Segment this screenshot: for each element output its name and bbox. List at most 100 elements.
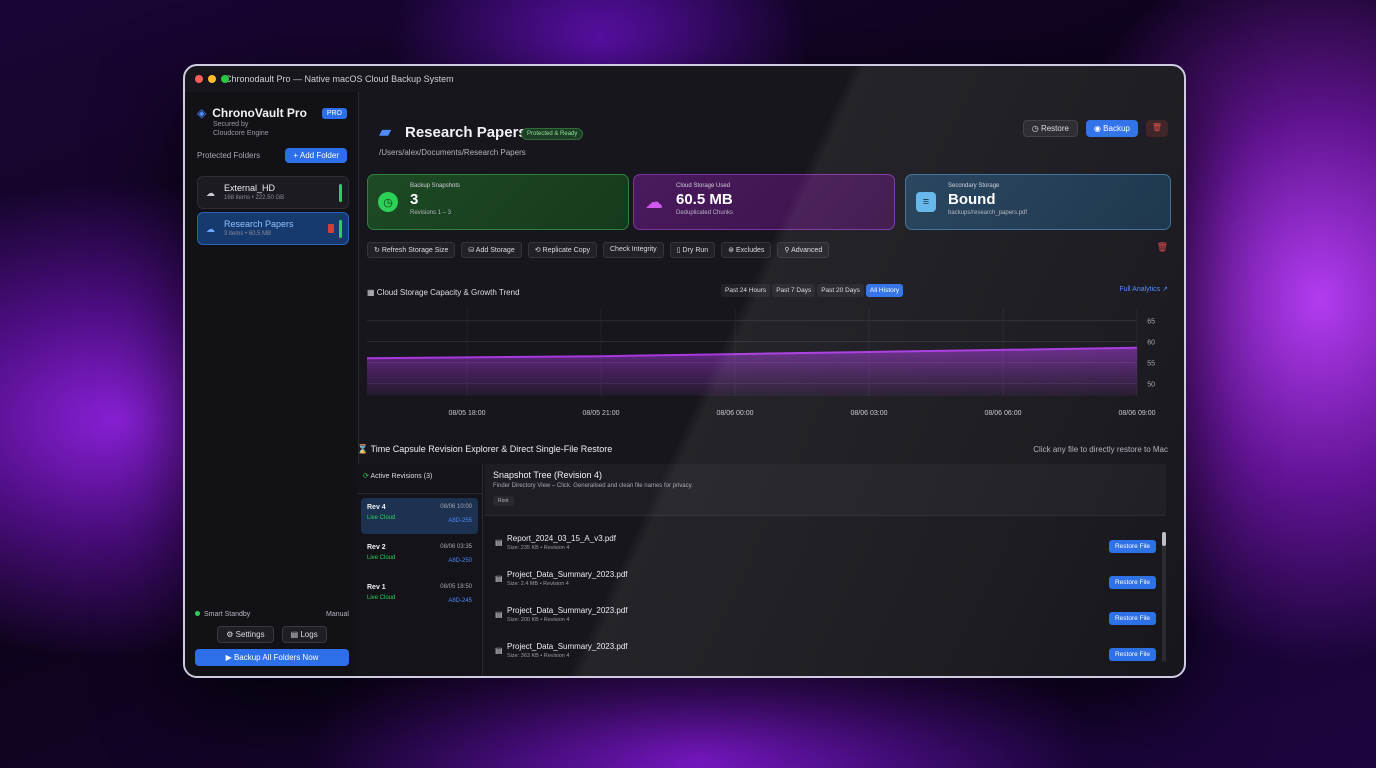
y-tick-label: 55 <box>1147 360 1155 367</box>
restore-file-button[interactable]: Restore File <box>1108 648 1156 661</box>
drive-icon: ⛁ <box>468 247 476 254</box>
add-storage-button[interactable]: ⛁ Add Storage <box>461 242 522 258</box>
brand-sub-2: Cloudcore Engine <box>213 130 269 137</box>
y-tick-label: 50 <box>1147 381 1155 388</box>
add-folder-button[interactable]: + Add Folder <box>285 148 347 163</box>
sidebar-item-research-papers[interactable]: ☁ Research Papers 3 items • 60.5 MB <box>197 212 349 245</box>
scroll-thumb[interactable] <box>1162 532 1166 546</box>
copy-icon: ⟲ <box>534 247 543 254</box>
tab-past-24-hours[interactable]: Past 24 Hours <box>721 284 771 297</box>
titlebar: Chronodault Pro — Native macOS Cloud Bac… <box>185 66 1184 92</box>
full-analytics-link[interactable]: Full Analytics ↗ <box>1119 285 1168 293</box>
stat-label: Backup Snapshots <box>410 183 461 189</box>
timecapsule-hint: Click any file to directly restore to Ma… <box>1033 445 1168 454</box>
refresh-storage-button[interactable]: ↻ Refresh Storage Size <box>367 242 456 258</box>
revision-item[interactable]: Rev 1 08/05 18:50 Live Cloud A8D-245 <box>361 578 478 614</box>
file-meta: Size: 235 KB • Revision 4 <box>507 545 570 551</box>
backup-button[interactable]: ◉ Backup <box>1085 120 1138 137</box>
secondary-storage-card[interactable]: ≡ Secondary Storage Bound backups/resear… <box>905 174 1171 230</box>
storage-chart: 50 55 60 65 08/05 18:00 08/05 21:00 08/06 00:0… <box>367 308 1156 417</box>
refresh-icon: ↻ <box>374 247 382 254</box>
breadcrumb-root[interactable]: Root <box>493 496 514 506</box>
restore-button[interactable]: ◷ Restore <box>1022 120 1078 137</box>
x-tick-label: 08/05 18:00 <box>449 410 486 417</box>
folder-name: Research Papers <box>224 219 294 229</box>
range-tabs: Past 24 Hours Past 7 Days Past 20 Days A… <box>721 284 904 297</box>
protected-folders-label: Protected Folders <box>197 151 261 160</box>
drive-icon: ☁ <box>206 188 215 198</box>
tab-all-history[interactable]: All History <box>865 284 904 297</box>
file-meta: Size: 2.4 MB • Revision 4 <box>507 581 569 587</box>
check-integrity-button[interactable]: Check Integrity <box>603 242 664 258</box>
timecapsule-title: ⌛ Time Capsule Revision Explorer & Direc… <box>357 444 613 454</box>
file-row[interactable]: ▤ Project_Data_Summary_2023.pdf Size: 20… <box>489 604 1156 640</box>
folder-meta: 3 items • 60.5 MB <box>224 231 272 237</box>
x-tick-label: 08/05 21:00 <box>583 410 620 417</box>
x-tick-label: 08/06 03:00 <box>851 410 888 417</box>
y-tick-label: 65 <box>1147 319 1155 326</box>
brand-sub-1: Secured by <box>213 121 249 128</box>
document-icon: ▤ <box>495 610 503 619</box>
drive-icon: ≡ <box>916 192 936 212</box>
revision-time: 08/06 03:35 <box>440 544 472 550</box>
x-tick-label: 08/06 09:00 <box>1119 410 1156 417</box>
document-icon: ▤ <box>290 630 301 639</box>
snapshot-description: Finder Directory View – Click. Generalis… <box>493 483 693 489</box>
sidebar-footer: Smart Standby Manual ⚙ Settings ▤ Logs ▶… <box>195 611 349 666</box>
stat-sub: Deduplicated Chunks <box>676 210 734 216</box>
minimize-window-button[interactable] <box>208 75 216 83</box>
restore-file-button[interactable]: Restore File <box>1108 540 1156 553</box>
file-row[interactable]: ▤ Project_Data_Summary_2023.pdf Size: 36… <box>489 640 1156 676</box>
main-content: ▰ Research Papers Protected & Ready /Use… <box>357 92 1184 676</box>
brand: ◈ ChronoVault Pro PRO Secured by Cloudco… <box>197 106 347 138</box>
restore-file-button[interactable]: Restore File <box>1108 576 1156 589</box>
revision-item[interactable]: Rev 2 08/06 03:35 Live Cloud A8D-250 <box>361 538 478 574</box>
stat-value: 60.5 MB <box>676 191 733 208</box>
remove-folder-icon[interactable] <box>328 224 334 233</box>
status-dot <box>195 611 200 616</box>
settings-button[interactable]: ⚙ Settings <box>217 626 274 643</box>
snapshot-title: Snapshot Tree (Revision 4) <box>493 470 603 480</box>
file-row[interactable]: ▤ Report_2024_03_15_A_v3.pdf Size: 235 K… <box>489 532 1156 568</box>
folder-meta: 168 items • 222.50 GB <box>224 195 285 201</box>
stat-value: Bound <box>948 191 996 208</box>
revision-item[interactable]: Rev 4 08/06 10:00 Live Cloud A8D-255 <box>361 498 478 534</box>
document-icon: ▤ <box>495 538 503 547</box>
traffic-lights <box>195 75 229 83</box>
upload-icon: ◉ <box>1093 124 1104 133</box>
trash-icon[interactable]: 🗑 <box>1157 242 1168 253</box>
tab-past-7-days[interactable]: Past 7 Days <box>772 284 816 297</box>
zoom-window-button[interactable] <box>221 75 229 83</box>
revision-code: A8D-245 <box>448 598 472 604</box>
gear-icon: ⚙ <box>226 630 236 639</box>
backup-all-button[interactable]: ▶ Backup All Folders Now <box>195 649 349 666</box>
close-window-button[interactable] <box>195 75 203 83</box>
logs-button[interactable]: ▤ Logs <box>281 626 327 643</box>
cloud-icon: ☁ <box>206 224 215 234</box>
standby-mode[interactable]: Manual <box>326 611 349 618</box>
stat-label: Cloud Storage Used <box>676 183 731 189</box>
status-badge: Protected & Ready <box>521 128 584 140</box>
file-row[interactable]: ▤ Project_Data_Summary_2023.pdf Size: 2.… <box>489 568 1156 604</box>
revision-time: 08/05 18:50 <box>440 584 472 590</box>
delete-button[interactable]: 🗑 <box>1145 120 1168 137</box>
tab-past-20-days[interactable]: Past 20 Days <box>817 284 864 297</box>
status-indicator <box>339 220 342 238</box>
active-revisions-header: ⟳ Active Revisions (3) <box>357 464 482 494</box>
folder-icon: ▰ <box>379 124 392 141</box>
cloud-icon: ☁ <box>645 191 663 212</box>
clock-icon: ◷ <box>1031 124 1041 133</box>
file-list-scrollbar[interactable] <box>1162 532 1166 662</box>
replicate-copy-button[interactable]: ⟲ Replicate Copy <box>527 242 597 258</box>
excludes-button[interactable]: ⊛ Excludes <box>721 242 772 258</box>
document-icon: ▤ <box>495 574 503 583</box>
stat-value: 3 <box>410 191 419 208</box>
advanced-button[interactable]: ⚲ Advanced <box>777 242 830 258</box>
y-tick-label: 60 <box>1147 340 1155 347</box>
dry-run-button[interactable]: ▯ Dry Run <box>669 242 716 258</box>
sidebar-item-external-hd[interactable]: ☁ External_HD 168 items • 222.50 GB <box>197 176 349 209</box>
file-name: Project_Data_Summary_2023.pdf <box>507 642 628 651</box>
revision-code: A8D-250 <box>448 558 472 564</box>
restore-file-button[interactable]: Restore File <box>1108 612 1156 625</box>
snapshots-card: ◷ Backup Snapshots 3 Revisions 1 – 3 <box>367 174 629 230</box>
